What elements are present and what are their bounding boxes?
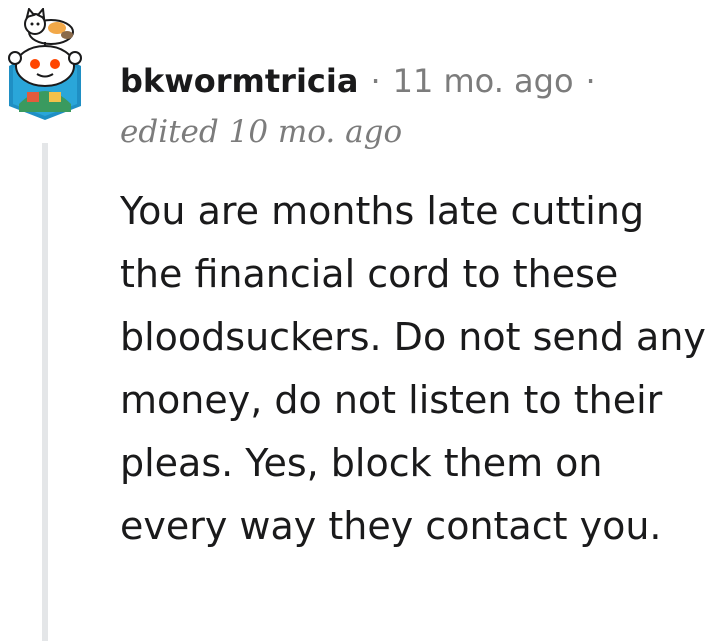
user-avatar[interactable] (5, 6, 85, 120)
comment-timestamp[interactable]: 11 mo. ago (393, 56, 574, 106)
username[interactable]: bkwormtricia (120, 56, 358, 106)
meta-separator: · (585, 62, 596, 100)
comment-meta: bkwormtricia · 11 mo. ago · (120, 56, 608, 106)
comment: bkwormtricia · 11 mo. ago · edited 10 mo… (0, 0, 725, 641)
meta-separator: · (370, 62, 381, 100)
snoo-avatar-with-cat-icon (8, 6, 82, 120)
thread-line[interactable] (42, 143, 48, 641)
comment-body: You are months late cutting the financia… (120, 189, 706, 548)
edited-label: edited 10 mo. ago (120, 114, 403, 150)
